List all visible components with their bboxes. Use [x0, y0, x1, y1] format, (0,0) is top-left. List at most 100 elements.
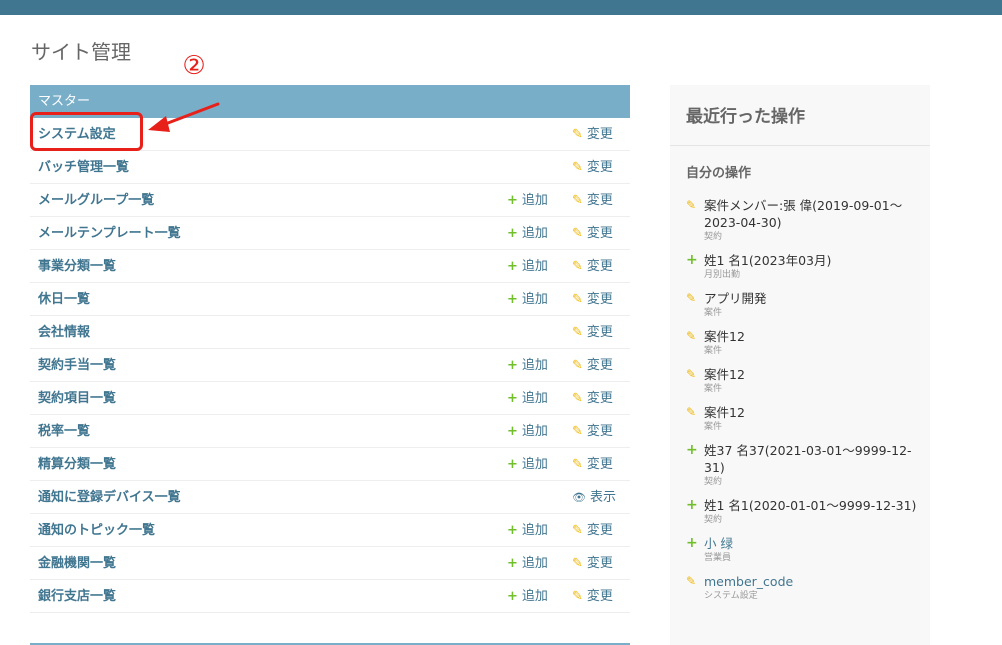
add-link[interactable]: + 追加	[507, 250, 548, 283]
recent-action-item: ✎ 案件12 案件	[686, 404, 922, 433]
recent-action-link[interactable]: 姓1 名1(2023年03月)	[704, 252, 922, 269]
add-link[interactable]: + 追加	[507, 217, 548, 250]
model-row: 契約手当一覧 + 追加 ✎ 変更	[30, 349, 630, 382]
recent-actions-panel: 最近行った操作 自分の操作 ✎ 案件メンバー:張 偉(2019-09-01～202…	[670, 85, 930, 645]
recent-action-link[interactable]: 姓37 名37(2021-03-01～9999-12-31)	[704, 442, 922, 476]
plus-icon: +	[686, 497, 698, 513]
add-link[interactable]: + 追加	[507, 448, 548, 481]
recent-action-item: + 姓1 名1(2023年03月) 月別出勤	[686, 252, 922, 281]
model-link[interactable]: バッチ管理一覧	[38, 151, 129, 184]
recent-action-type: 案件	[704, 384, 723, 394]
change-link[interactable]: ✎ 変更	[572, 349, 613, 382]
change-label: 変更	[586, 193, 613, 208]
change-link[interactable]: ✎ 変更	[572, 316, 613, 349]
change-link[interactable]: ✎ 変更	[572, 415, 613, 448]
change-label: 変更	[586, 160, 613, 175]
model-link[interactable]: メールグループ一覧	[38, 184, 154, 217]
plus-icon: +	[507, 226, 518, 241]
change-label: 変更	[586, 292, 613, 307]
pencil-icon: ✎	[686, 405, 697, 419]
recent-action-link[interactable]: 姓1 名1(2020-01-01～9999-12-31)	[704, 497, 922, 514]
recent-action-item: + 姓37 名37(2021-03-01～9999-12-31) 契約	[686, 442, 922, 488]
plus-icon: +	[507, 589, 518, 604]
eye-icon: 👁	[572, 491, 586, 504]
recent-action-link[interactable]: 案件12	[704, 404, 922, 421]
model-row: 税率一覧 + 追加 ✎ 変更	[30, 415, 630, 448]
pencil-icon: ✎	[686, 198, 697, 212]
recent-action-link[interactable]: 案件メンバー:張 偉(2019-09-01～2023-04-30)	[704, 197, 922, 231]
change-link[interactable]: ✎ 変更	[572, 547, 613, 580]
add-link[interactable]: + 追加	[507, 349, 548, 382]
change-link[interactable]: ✎ 変更	[572, 118, 613, 151]
model-link[interactable]: 精算分類一覧	[38, 448, 116, 481]
pencil-icon: ✎	[572, 259, 583, 274]
model-link[interactable]: 事業分類一覧	[38, 250, 116, 283]
add-link[interactable]: + 追加	[507, 184, 548, 217]
plus-icon: +	[507, 391, 518, 406]
annotation-number: ②	[182, 51, 206, 81]
add-link[interactable]: + 追加	[507, 415, 548, 448]
recent-action-type: システム設定	[704, 591, 758, 601]
model-link[interactable]: 会社情報	[38, 316, 90, 349]
pencil-icon: ✎	[572, 226, 583, 241]
change-label: 変更	[586, 391, 613, 406]
add-label: 追加	[521, 457, 548, 472]
model-row: 通知のトピック一覧 + 追加 ✎ 変更	[30, 514, 630, 547]
model-link[interactable]: 銀行支店一覧	[38, 580, 116, 613]
model-link[interactable]: 契約手当一覧	[38, 349, 116, 382]
model-link[interactable]: メールテンプレート一覧	[38, 217, 181, 250]
add-link[interactable]: + 追加	[507, 514, 548, 547]
change-label: 変更	[586, 358, 613, 373]
recent-action-item: ✎ アプリ開発 案件	[686, 290, 922, 319]
model-link[interactable]: 休日一覧	[38, 283, 90, 316]
recent-action-item: + 小 绿営業員	[686, 535, 922, 564]
change-link[interactable]: ✎ 変更	[572, 514, 613, 547]
add-label: 追加	[521, 259, 548, 274]
pencil-icon: ✎	[686, 367, 697, 381]
model-row: 休日一覧 + 追加 ✎ 変更	[30, 283, 630, 316]
recent-action-link[interactable]: 小 绿	[704, 535, 922, 552]
recent-action-type: 契約	[704, 477, 723, 487]
model-link[interactable]: 契約項目一覧	[38, 382, 116, 415]
change-link[interactable]: ✎ 変更	[572, 448, 613, 481]
recent-action-link[interactable]: 案件12	[704, 366, 922, 383]
recent-action-link[interactable]: アプリ開発	[704, 290, 922, 307]
add-link[interactable]: + 追加	[507, 547, 548, 580]
add-link[interactable]: + 追加	[507, 283, 548, 316]
change-link[interactable]: ✎ 変更	[572, 283, 613, 316]
model-link[interactable]: 通知に登録デバイス一覧	[38, 481, 181, 514]
change-link[interactable]: ✎ 変更	[572, 151, 613, 184]
model-row: 契約項目一覧 + 追加 ✎ 変更	[30, 382, 630, 415]
recent-action-item: + 姓1 名1(2020-01-01～9999-12-31) 契約	[686, 497, 922, 526]
add-link[interactable]: + 追加	[507, 382, 548, 415]
recent-action-type: 案件	[704, 422, 723, 432]
pencil-icon: ✎	[572, 457, 583, 472]
model-link[interactable]: 税率一覧	[38, 415, 90, 448]
recent-action-item: ✎ 案件メンバー:張 偉(2019-09-01～2023-04-30) 契約	[686, 197, 922, 243]
change-link[interactable]: ✎ 変更	[572, 382, 613, 415]
change-label: 変更	[586, 259, 613, 274]
recent-action-item: ✎ 案件12 案件	[686, 328, 922, 357]
change-label: 変更	[586, 523, 613, 538]
recent-action-link[interactable]: member_code	[704, 573, 922, 590]
change-link[interactable]: ✎ 変更	[572, 217, 613, 250]
pencil-icon: ✎	[572, 589, 583, 604]
change-link[interactable]: ✎ 変更	[572, 184, 613, 217]
add-label: 追加	[521, 523, 548, 538]
plus-icon: +	[507, 457, 518, 472]
change-link[interactable]: ✎ 変更	[572, 580, 613, 613]
pencil-icon: ✎	[686, 329, 697, 343]
change-label: 表示	[589, 490, 616, 505]
model-link[interactable]: 金融機関一覧	[38, 547, 116, 580]
model-link[interactable]: 通知のトピック一覧	[38, 514, 155, 547]
change-label: 変更	[586, 127, 613, 142]
model-row: メールテンプレート一覧 + 追加 ✎ 変更	[30, 217, 630, 250]
add-link[interactable]: + 追加	[507, 580, 548, 613]
view-link[interactable]: 👁 表示	[572, 481, 616, 514]
recent-action-link[interactable]: 案件12	[704, 328, 922, 345]
change-label: 変更	[586, 457, 613, 472]
recent-action-type: 契約	[704, 232, 723, 242]
recent-action-type: 案件	[704, 308, 723, 318]
change-link[interactable]: ✎ 変更	[572, 250, 613, 283]
change-label: 変更	[586, 424, 613, 439]
